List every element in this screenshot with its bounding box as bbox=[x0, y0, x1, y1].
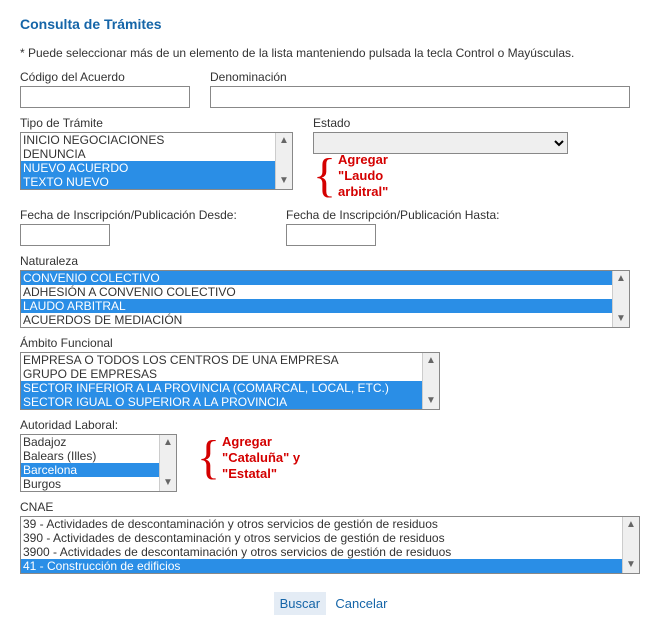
denominacion-label: Denominación bbox=[210, 70, 647, 84]
codigo-label: Código del Acuerdo bbox=[20, 70, 190, 84]
page-title: Consulta de Trámites bbox=[20, 16, 647, 32]
list-item[interactable]: 390 - Actividades de descontaminación y … bbox=[21, 531, 622, 545]
autoridad-label: Autoridad Laboral: bbox=[20, 418, 177, 432]
chevron-down-icon: ▼ bbox=[163, 475, 173, 491]
chevron-down-icon: ▼ bbox=[279, 173, 289, 189]
list-item[interactable]: SECTOR INFERIOR A LA PROVINCIA (COMARCAL… bbox=[21, 381, 422, 395]
chevron-up-icon: ▲ bbox=[426, 353, 436, 369]
list-item[interactable]: Balears (Illes) bbox=[21, 449, 159, 463]
chevron-up-icon: ▲ bbox=[279, 133, 289, 149]
naturaleza-select[interactable]: CONVENIO COLECTIVOADHESIÓN A CONVENIO CO… bbox=[20, 270, 630, 328]
list-item[interactable]: Badajoz bbox=[21, 435, 159, 449]
list-item[interactable]: 39 - Actividades de descontaminación y o… bbox=[21, 517, 622, 531]
tipo-tramite-select[interactable]: INICIO NEGOCIACIONESDENUNCIANUEVO ACUERD… bbox=[20, 132, 293, 190]
list-item[interactable]: 41 - Construcción de edificios bbox=[21, 559, 622, 573]
chevron-down-icon: ▼ bbox=[626, 557, 636, 573]
list-item[interactable]: SECTOR IGUAL O SUPERIOR A LA PROVINCIA bbox=[21, 395, 422, 409]
list-item[interactable]: ACUERDOS DE MEDIACIÓN bbox=[21, 313, 612, 327]
fecha-hasta-label: Fecha de Inscripción/Publicación Hasta: bbox=[286, 208, 499, 222]
ambito-select[interactable]: EMPRESA O TODOS LOS CENTROS DE UNA EMPRE… bbox=[20, 352, 440, 410]
brace-icon: { bbox=[197, 434, 220, 482]
list-item[interactable]: Burgos bbox=[21, 477, 159, 491]
note-text: * Puede seleccionar más de un elemento d… bbox=[20, 46, 647, 60]
scrollbar[interactable]: ▲ ▼ bbox=[275, 133, 292, 189]
chevron-up-icon: ▲ bbox=[616, 271, 626, 287]
scrollbar[interactable]: ▲ ▼ bbox=[622, 517, 639, 573]
cnae-label: CNAE bbox=[20, 500, 647, 514]
cnae-select[interactable]: 39 - Actividades de descontaminación y o… bbox=[20, 516, 640, 574]
list-item[interactable]: GRUPO DE EMPRESAS bbox=[21, 367, 422, 381]
estado-label: Estado bbox=[313, 116, 568, 130]
list-item[interactable]: DENUNCIA bbox=[21, 147, 275, 161]
list-item[interactable]: INICIO NEGOCIACIONES bbox=[21, 133, 275, 147]
list-item[interactable]: 3900 - Actividades de descontaminación y… bbox=[21, 545, 622, 559]
cancelar-button[interactable]: Cancelar bbox=[329, 592, 393, 615]
ambito-label: Ámbito Funcional bbox=[20, 336, 647, 350]
list-item[interactable]: EMPRESA O TODOS LOS CENTROS DE UNA EMPRE… bbox=[21, 353, 422, 367]
tipo-tramite-label: Tipo de Trámite bbox=[20, 116, 293, 130]
annotation-laudo: Agregar "Laudo arbitral" bbox=[338, 152, 418, 200]
chevron-up-icon: ▲ bbox=[626, 517, 636, 533]
scrollbar[interactable]: ▲ ▼ bbox=[612, 271, 629, 327]
fecha-hasta-input[interactable] bbox=[286, 224, 376, 246]
chevron-down-icon: ▼ bbox=[426, 393, 436, 409]
list-item[interactable]: ADHESIÓN A CONVENIO COLECTIVO bbox=[21, 285, 612, 299]
autoridad-select[interactable]: BadajozBalears (Illes)BarcelonaBurgos ▲ … bbox=[20, 434, 177, 492]
list-item[interactable]: NUEVO ACUERDO bbox=[21, 161, 275, 175]
denominacion-input[interactable] bbox=[210, 86, 630, 108]
list-item[interactable]: CONVENIO COLECTIVO bbox=[21, 271, 612, 285]
scrollbar[interactable]: ▲ ▼ bbox=[422, 353, 439, 409]
naturaleza-label: Naturaleza bbox=[20, 254, 647, 268]
brace-icon: { bbox=[313, 152, 336, 200]
annotation-cataluna: Agregar "Cataluña" y "Estatal" bbox=[222, 434, 332, 482]
chevron-up-icon: ▲ bbox=[163, 435, 173, 451]
list-item[interactable]: TEXTO NUEVO bbox=[21, 175, 275, 189]
chevron-down-icon: ▼ bbox=[616, 311, 626, 327]
fecha-desde-label: Fecha de Inscripción/Publicación Desde: bbox=[20, 208, 240, 222]
list-item[interactable]: LAUDO ARBITRAL bbox=[21, 299, 612, 313]
codigo-input[interactable] bbox=[20, 86, 190, 108]
fecha-desde-input[interactable] bbox=[20, 224, 110, 246]
estado-select[interactable] bbox=[313, 132, 568, 154]
buscar-button[interactable]: Buscar bbox=[274, 592, 326, 615]
list-item[interactable]: Barcelona bbox=[21, 463, 159, 477]
scrollbar[interactable]: ▲ ▼ bbox=[159, 435, 176, 491]
